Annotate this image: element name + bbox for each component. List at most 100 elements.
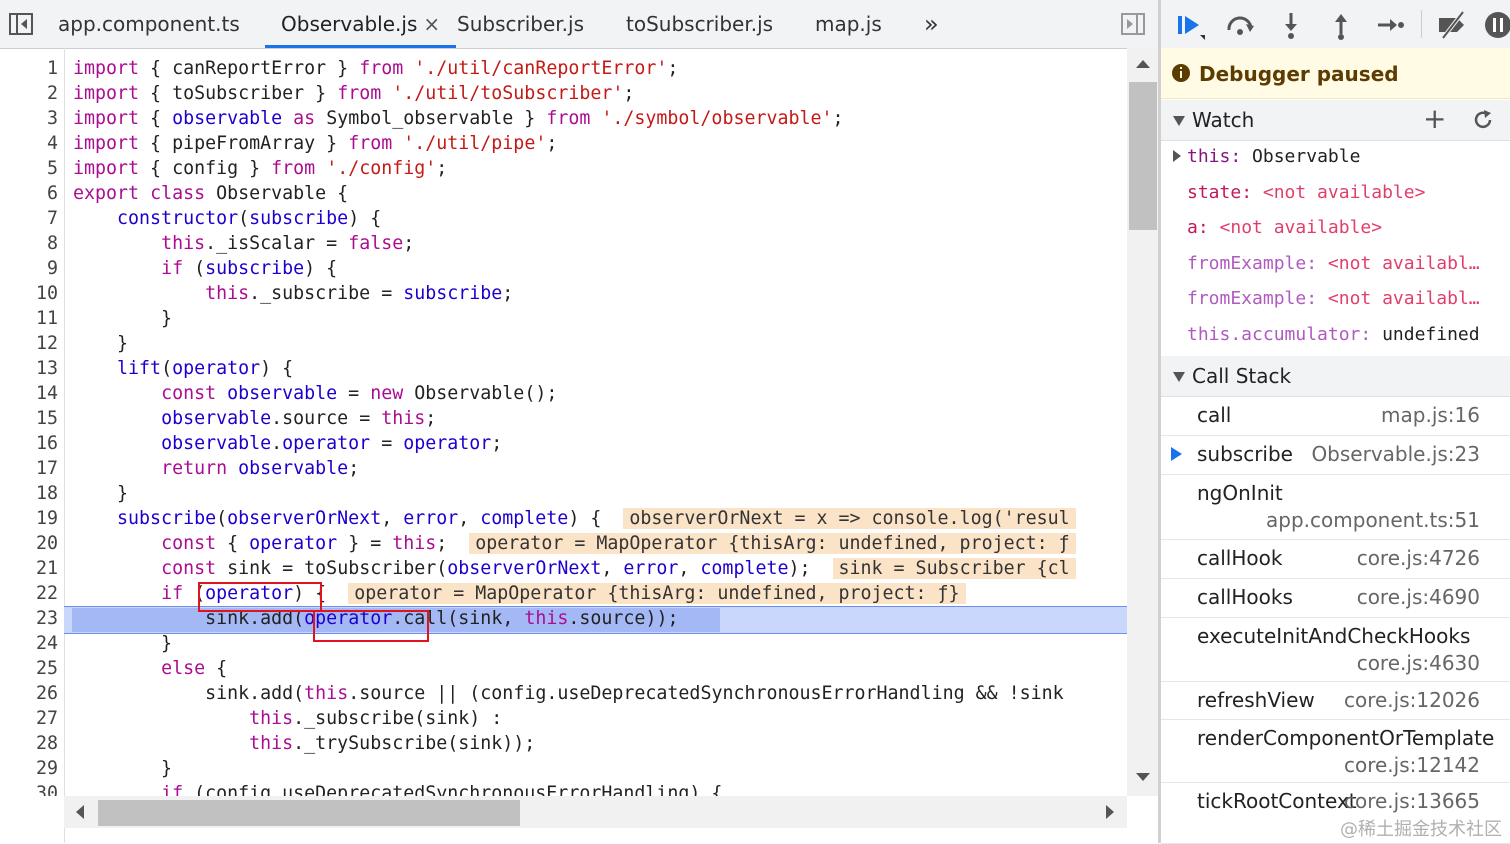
line-number[interactable]: 12 — [0, 331, 58, 356]
watch-expression[interactable]: state: <not available> — [1187, 182, 1425, 203]
frame-location: map.js:16 — [1381, 403, 1480, 427]
line-number[interactable]: 13 — [0, 356, 58, 381]
code-line: this._trySubscribe(sink)); — [249, 733, 536, 754]
step-over-icon[interactable] — [1223, 8, 1257, 42]
line-number[interactable]: 18 — [0, 481, 58, 506]
callstack-frame[interactable]: callHook core.js:4726 — [1161, 540, 1510, 579]
watch-separator: : — [1306, 288, 1328, 310]
toggle-debugger-sidebar-icon[interactable] — [1120, 11, 1146, 37]
tab-observable-js[interactable]: Observable.js × — [265, 0, 457, 48]
watch-expression[interactable]: fromExample: <not availabl… — [1187, 288, 1480, 309]
watch-expression[interactable]: this: Observable — [1173, 146, 1360, 167]
line-number[interactable]: 1 — [0, 56, 58, 81]
line-number[interactable]: 11 — [0, 306, 58, 331]
code-area[interactable]: 1 import { canReportError } from './util/… — [0, 56, 1127, 796]
line-number[interactable]: 19 — [0, 506, 58, 531]
scroll-right-icon[interactable] — [1106, 805, 1114, 819]
line-number[interactable]: 2 — [0, 81, 58, 106]
line-number[interactable]: 30 — [0, 781, 58, 796]
line-number[interactable]: 25 — [0, 656, 58, 681]
tab-label: Subscriber.js — [457, 12, 584, 36]
watch-expression[interactable]: this.accumulator: undefined — [1187, 324, 1480, 345]
paused-label: Debugger paused — [1199, 62, 1399, 86]
watch-expression[interactable]: a: <not available> — [1187, 217, 1382, 238]
tab-tosubscriber-js[interactable]: toSubscriber.js — [626, 0, 773, 48]
toggle-navigator-icon[interactable] — [8, 11, 34, 37]
step-icon[interactable] — [1373, 8, 1407, 42]
frame-location: core.js:12142 — [1343, 753, 1480, 777]
callstack-frame[interactable]: refreshView core.js:12026 — [1161, 682, 1510, 720]
refresh-icon[interactable] — [1472, 109, 1494, 131]
line-number[interactable]: 22 — [0, 581, 58, 606]
add-watch-icon[interactable]: + — [1423, 102, 1446, 135]
pause-on-exceptions-icon[interactable] — [1481, 8, 1510, 42]
line-number[interactable]: 17 — [0, 456, 58, 481]
expand-triangle-icon[interactable] — [1173, 150, 1181, 162]
line-number[interactable]: 24 — [0, 631, 58, 656]
scroll-down-icon[interactable] — [1136, 773, 1150, 781]
tab-map-js[interactable]: map.js — [815, 0, 882, 48]
callstack-section-header[interactable]: Call Stack — [1161, 356, 1510, 397]
code-line: else { — [161, 658, 228, 679]
code-line: } — [73, 633, 173, 654]
deactivate-breakpoints-icon[interactable] — [1435, 8, 1469, 42]
close-tab-icon[interactable]: × — [423, 12, 440, 36]
scroll-left-icon[interactable] — [76, 805, 84, 819]
resume-icon[interactable] — [1173, 8, 1207, 42]
collapse-triangle-icon — [1173, 116, 1185, 126]
watch-expression[interactable]: fromExample: <not availabl… — [1187, 253, 1480, 274]
line-number[interactable]: 14 — [0, 381, 58, 406]
frame-location: core.js:4726 — [1356, 546, 1480, 570]
line-number[interactable]: 16 — [0, 431, 58, 456]
code-line: subscribe(observerOrNext, error, complet… — [73, 506, 1076, 531]
callstack-frame[interactable]: ngOnInit app.component.ts:51 — [1161, 475, 1510, 540]
frame-function-name: executeInitAndCheckHooks — [1197, 624, 1471, 648]
line-number[interactable]: 9 — [0, 256, 58, 281]
line-number[interactable]: 5 — [0, 156, 58, 181]
line-number[interactable]: 8 — [0, 231, 58, 256]
line-number[interactable]: 26 — [0, 681, 58, 706]
watch-name: state — [1187, 181, 1242, 203]
horizontal-scroll-thumb[interactable] — [98, 800, 520, 826]
line-number[interactable]: 3 — [0, 106, 58, 131]
code-line: const { operator } = this; operator = Ma… — [73, 531, 1076, 556]
code-line: this._subscribe(sink) : — [249, 708, 503, 729]
line-number[interactable]: 15 — [0, 406, 58, 431]
step-into-icon[interactable] — [1274, 8, 1308, 42]
callstack-frame[interactable]: renderComponentOrTemplate core.js:12142 — [1161, 720, 1510, 783]
line-number[interactable]: 29 — [0, 756, 58, 781]
watch-section-header[interactable]: Watch + — [1161, 100, 1510, 141]
line-number[interactable]: 10 — [0, 281, 58, 306]
callstack-frame[interactable]: executeInitAndCheckHooks core.js:4630 — [1161, 618, 1510, 682]
watch-title: Watch — [1192, 108, 1255, 132]
tab-subscriber-js[interactable]: Subscriber.js — [457, 0, 584, 48]
callstack-frame[interactable]: subscribe Observable.js:23 — [1161, 436, 1510, 475]
frame-function-name: callHooks — [1197, 585, 1293, 609]
watch-separator: : — [1360, 324, 1383, 345]
line-number[interactable]: 21 — [0, 556, 58, 581]
current-frame-arrow-icon — [1171, 447, 1182, 461]
code-line: observable.source = this; — [161, 408, 437, 429]
callstack-frame[interactable]: call map.js:16 — [1161, 397, 1510, 436]
line-number[interactable]: 4 — [0, 131, 58, 156]
code-line: import { observable as Symbol_observable… — [73, 108, 844, 129]
line-number[interactable]: 28 — [0, 731, 58, 756]
inline-value-badge: sink = Subscriber {cl — [832, 558, 1076, 579]
tab-app-component[interactable]: app.component.ts — [58, 0, 240, 48]
toolbar-separator — [1421, 10, 1422, 38]
vertical-scroll-thumb[interactable] — [1129, 82, 1157, 230]
callstack-frame[interactable]: callHooks core.js:4690 — [1161, 579, 1510, 618]
line-number[interactable]: 6 — [0, 181, 58, 206]
editor-tab-bar: app.component.ts Observable.js × Subscrib… — [0, 0, 1158, 49]
watch-value: <not available> — [1219, 217, 1383, 239]
watch-separator: : — [1306, 252, 1328, 274]
frame-function-name: renderComponentOrTemplate — [1197, 726, 1495, 750]
line-number[interactable]: 7 — [0, 206, 58, 231]
line-number[interactable]: 20 — [0, 531, 58, 556]
more-tabs-icon[interactable]: » — [924, 0, 939, 48]
scroll-up-icon[interactable] — [1136, 60, 1150, 68]
highlight-box-operator-call — [313, 610, 429, 642]
line-number[interactable]: 27 — [0, 706, 58, 731]
step-out-icon[interactable] — [1324, 8, 1358, 42]
line-number[interactable]: 23 — [0, 606, 58, 631]
